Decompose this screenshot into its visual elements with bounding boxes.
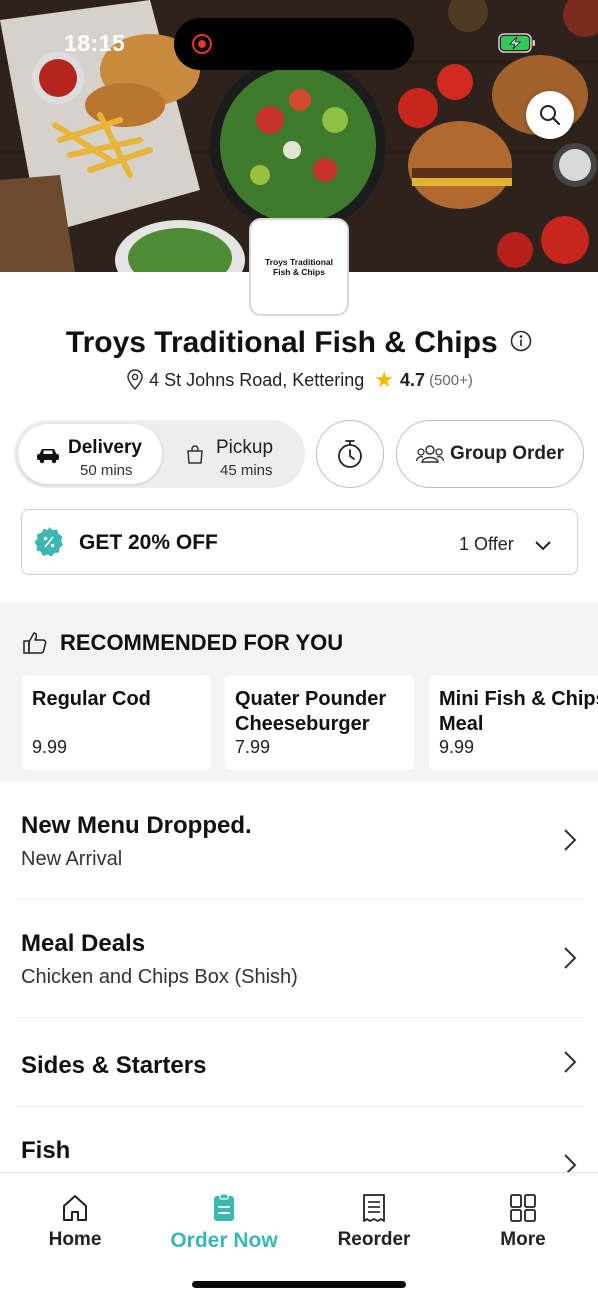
recommended-item-name: Regular Cod: [32, 688, 151, 710]
home-icon: [63, 1195, 87, 1221]
delivery-time: 50 mins: [80, 462, 133, 479]
nav-more-label: More: [500, 1229, 546, 1250]
recommended-title: RECOMMENDED FOR YOU: [60, 630, 344, 655]
battery-icon: [498, 33, 535, 53]
offer-banner[interactable]: GET 20% OFF 1 Offer: [21, 509, 578, 575]
receipt-icon: [363, 1194, 385, 1222]
delivery-label: Delivery: [68, 437, 142, 458]
recommended-item-name: Quater Pounder Cheeseburger &...: [235, 688, 387, 735]
recommended-item-name: Mini Fish & Chips Meal: [439, 688, 598, 735]
recommended-item-price: 9.99: [439, 737, 475, 757]
order-mode-toggle: Delivery 50 mins Pickup 45 mins: [14, 420, 305, 488]
recommended-card[interactable]: Regular Cod 9.99: [22, 675, 211, 770]
car-icon: [37, 449, 59, 464]
group-order-button[interactable]: Group Order: [396, 420, 584, 488]
menu-category-title: Fish: [21, 1137, 71, 1164]
menu-category-meal-deals[interactable]: Meal Deals Chicken and Chips Box (Shish): [0, 900, 598, 1017]
recommended-item-price: 9.99: [32, 737, 68, 757]
nav-home-label: Home: [48, 1229, 102, 1250]
group-icon: [415, 445, 444, 463]
pickup-time: 45 mins: [220, 462, 273, 479]
status-time: 18:15: [64, 30, 126, 56]
offer-title: GET 20% OFF: [79, 531, 218, 554]
recommended-section: RECOMMENDED FOR YOU Regular Cod 9.99 Qua…: [0, 602, 598, 782]
review-count: (500+): [429, 371, 473, 389]
menu-category-new-menu[interactable]: New Menu Dropped. New Arrival: [0, 782, 598, 899]
recommended-header: RECOMMENDED FOR YOU: [22, 630, 343, 656]
menu-category-title: New Menu Dropped.: [21, 812, 252, 839]
recommended-card[interactable]: Mini Fish & Chips Meal 9.99: [429, 675, 598, 770]
chevron-right-icon: [564, 829, 577, 851]
nav-more[interactable]: More: [463, 1193, 583, 1251]
timer-icon: [338, 440, 362, 468]
schedule-button[interactable]: [316, 420, 384, 488]
info-icon[interactable]: [510, 330, 532, 352]
chevron-right-icon: [564, 947, 577, 969]
chevron-right-icon: [564, 1051, 577, 1073]
logo-text: Troys Traditional Fish & Chips: [264, 256, 334, 277]
recommended-item-price: 7.99: [235, 737, 271, 757]
restaurant-name: Troys Traditional Fish & Chips: [65, 326, 498, 359]
group-order-label: Group Order: [449, 443, 564, 464]
chevron-down-icon: [535, 541, 551, 551]
address-rating-row: 4 St Johns Road, Kettering ★ 4.7 (500+): [0, 369, 598, 391]
order-icon: [214, 1193, 234, 1221]
nav-reorder-label: Reorder: [337, 1229, 411, 1250]
shopping-bag-icon: [187, 445, 203, 464]
rating-value: 4.7: [400, 369, 426, 390]
menu-category-title: Meal Deals: [21, 930, 146, 957]
nav-home[interactable]: Home: [15, 1193, 135, 1251]
recording-icon: [192, 34, 212, 54]
restaurant-address: 4 St Johns Road, Kettering: [149, 369, 365, 390]
dynamic-island: [174, 18, 414, 70]
location-pin-icon: [127, 369, 143, 391]
delivery-option[interactable]: Delivery 50 mins: [18, 424, 162, 484]
home-indicator: [192, 1281, 406, 1288]
thumbs-up-icon: [23, 632, 47, 654]
nav-reorder[interactable]: Reorder: [314, 1193, 434, 1251]
restaurant-logo: Troys Traditional Fish & Chips: [249, 218, 349, 316]
search-icon: [540, 105, 561, 126]
star-icon: ★: [374, 367, 395, 392]
grid-icon: [510, 1194, 536, 1222]
search-button[interactable]: [526, 91, 574, 139]
menu-category-title: Sides & Starters: [21, 1052, 207, 1079]
menu-category-sides-starters[interactable]: Sides & Starters: [0, 1018, 598, 1106]
menu-category-fish[interactable]: Fish: [0, 1107, 598, 1176]
discount-badge-icon: [34, 527, 63, 557]
nav-order-now[interactable]: Order Now: [164, 1193, 284, 1253]
offer-count: 1 Offer: [459, 534, 514, 554]
restaurant-title-row: Troys Traditional Fish & Chips: [0, 326, 598, 360]
menu-category-subtitle: Chicken and Chips Box (Shish): [21, 966, 298, 988]
nav-order-now-label: Order Now: [170, 1229, 278, 1252]
pickup-option[interactable]: Pickup 45 mins: [166, 424, 301, 484]
recommended-card[interactable]: Quater Pounder Cheeseburger &... 7.99: [225, 675, 414, 770]
menu-category-subtitle: New Arrival: [21, 848, 123, 870]
pickup-label: Pickup: [216, 437, 274, 458]
